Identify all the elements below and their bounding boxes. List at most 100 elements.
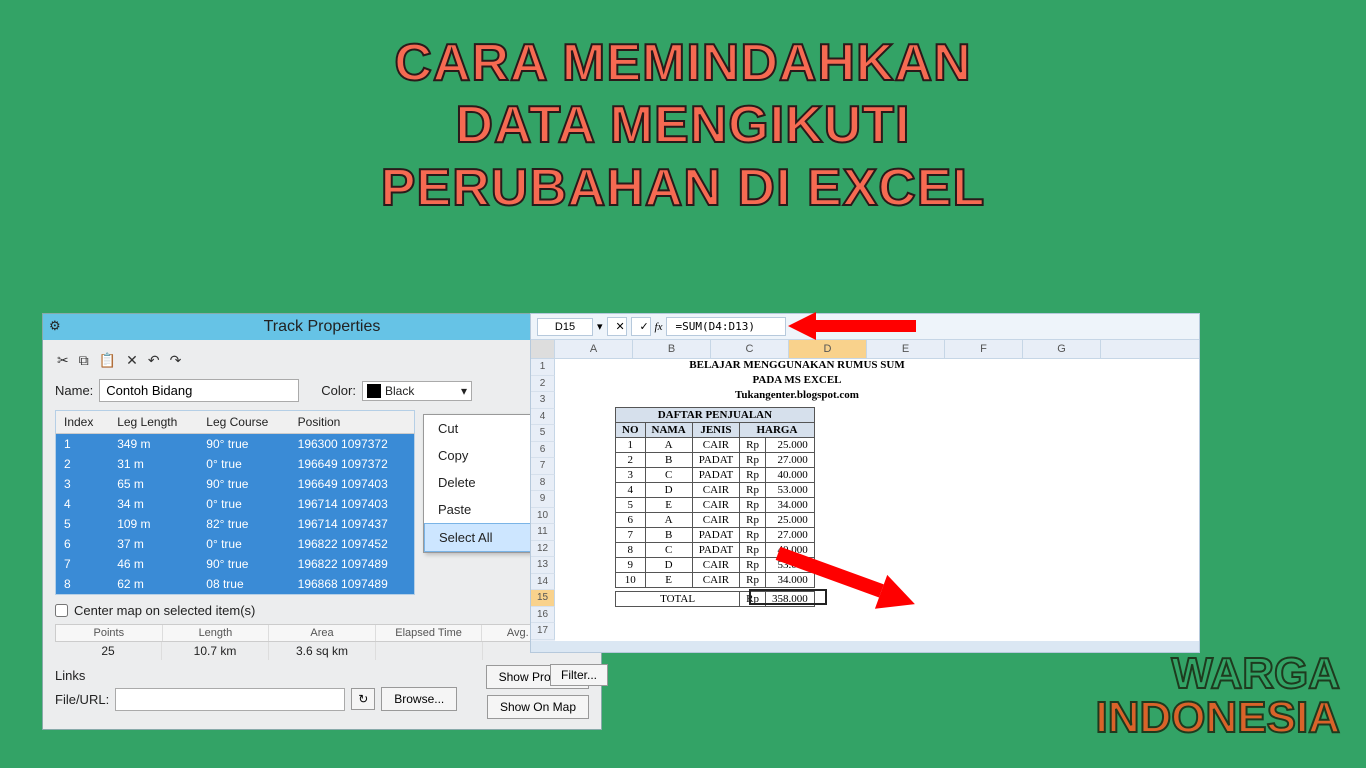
excel-window: D15 ▾ ✕ ✓ fx =SUM(D4:D13) A B C D E F G …	[530, 313, 1200, 653]
table-row[interactable]: 862 m08 true196868 1097489	[56, 574, 415, 595]
col-D[interactable]: D	[789, 340, 867, 358]
col-A[interactable]: A	[555, 340, 633, 358]
row-header[interactable]: 5	[531, 425, 555, 442]
stat-elapsed-v	[376, 642, 483, 660]
row-headers: 1234567891011121314151617	[531, 359, 555, 641]
row-header[interactable]: 17	[531, 623, 555, 640]
centermap-checkbox[interactable]	[55, 604, 68, 617]
fileurl-input[interactable]	[115, 688, 345, 711]
watermark: WARGA INDONESIA	[1096, 652, 1340, 740]
row-header[interactable]: 1	[531, 359, 555, 376]
window-title: Track Properties	[264, 318, 381, 335]
table-row: 4DCAIRRp53.000	[616, 483, 815, 498]
stat-elapsed-h: Elapsed Time	[376, 625, 483, 641]
th-harga: HARGA	[740, 423, 815, 438]
go-button[interactable]: ↻	[351, 688, 375, 710]
row-header[interactable]: 12	[531, 541, 555, 558]
col-G[interactable]: G	[1023, 340, 1101, 358]
row-header[interactable]: 8	[531, 475, 555, 492]
stats-headers: Points Length Area Elapsed Time Avg. Spe…	[55, 624, 589, 642]
table-row[interactable]: 365 m90° true196649 1097403	[56, 474, 415, 494]
accept-icon[interactable]: ✓	[631, 317, 651, 336]
col-B[interactable]: B	[633, 340, 711, 358]
show-on-map-button[interactable]: Show On Map	[487, 695, 589, 719]
fx-icon[interactable]: fx	[655, 321, 663, 333]
sales-table: DAFTAR PENJUALAN NO NAMA JENIS HARGA 1AC…	[615, 407, 815, 607]
table-row[interactable]: 746 m90° true196822 1097489	[56, 554, 415, 574]
cut-icon[interactable]: ✂	[57, 352, 69, 369]
total-label: TOTAL	[616, 592, 740, 607]
table-row: 2BPADATRp27.000	[616, 453, 815, 468]
row-header[interactable]: 7	[531, 458, 555, 475]
formula-input[interactable]: =SUM(D4:D13)	[666, 317, 786, 336]
table-row[interactable]: 5109 m82° true196714 1097437	[56, 514, 415, 534]
sales-table-title: DAFTAR PENJUALAN	[616, 408, 815, 423]
col-index[interactable]: Index	[56, 411, 110, 434]
col-C[interactable]: C	[711, 340, 789, 358]
stat-length-v: 10.7 km	[162, 642, 269, 660]
row-header[interactable]: 15	[531, 590, 555, 607]
th-no: NO	[616, 423, 646, 438]
table-row[interactable]: 434 m0° true196714 1097403	[56, 494, 415, 514]
name-input[interactable]	[99, 379, 299, 402]
row-header[interactable]: 6	[531, 442, 555, 459]
watermark-l2: INDONESIA	[1096, 696, 1340, 740]
headline: CARA MEMINDAHKAN DATA MENGIKUTI PERUBAHA…	[0, 0, 1366, 219]
row-header[interactable]: 3	[531, 392, 555, 409]
table-row: 10ECAIRRp34.000	[616, 573, 815, 588]
selected-cell-outline	[749, 589, 827, 605]
sheet-title-1: BELAJAR MENGGUNAKAN RUMUS SUM	[555, 359, 1039, 371]
table-row: 3CPADATRp40.000	[616, 468, 815, 483]
spreadsheet-grid[interactable]: BELAJAR MENGGUNAKAN RUMUS SUM PADA MS EX…	[555, 359, 1199, 641]
row-header[interactable]: 4	[531, 409, 555, 426]
table-row: 5ECAIRRp34.000	[616, 498, 815, 513]
stats-values: 25 10.7 km 3.6 sq km	[55, 642, 589, 660]
delete-icon[interactable]: ✕	[126, 352, 138, 369]
undo-icon[interactable]: ↶	[148, 352, 160, 369]
row-header[interactable]: 11	[531, 524, 555, 541]
filter-button[interactable]: Filter...	[550, 664, 608, 686]
name-label: Name:	[55, 383, 93, 398]
table-row: 7BPADATRp27.000	[616, 528, 815, 543]
cancel-icon[interactable]: ✕	[607, 317, 627, 336]
row-header[interactable]: 16	[531, 607, 555, 624]
redo-icon[interactable]: ↷	[170, 352, 182, 369]
table-row[interactable]: 637 m0° true196822 1097452	[56, 534, 415, 554]
table-row[interactable]: 1349 m90° true196300 1097372	[56, 434, 415, 455]
watermark-l1: WARGA	[1096, 652, 1340, 696]
color-select[interactable]: Black ▾	[362, 381, 472, 401]
chevron-down-icon[interactable]: ▾	[597, 320, 603, 333]
browse-button[interactable]: Browse...	[381, 687, 457, 711]
column-headers: A B C D E F G	[531, 340, 1199, 359]
headline-l3: PERUBAHAN DI EXCEL	[0, 157, 1366, 219]
track-table[interactable]: Index Leg Length Leg Course Position 134…	[55, 410, 415, 595]
row-header[interactable]: 13	[531, 557, 555, 574]
window-titlebar[interactable]: ⚙ Track Properties	[43, 314, 601, 340]
table-row: 6ACAIRRp25.000	[616, 513, 815, 528]
col-legcourse[interactable]: Leg Course	[198, 411, 289, 434]
copy-icon[interactable]: ⧉	[79, 352, 89, 369]
stat-points-v: 25	[55, 642, 162, 660]
centermap-label: Center map on selected item(s)	[74, 603, 255, 618]
th-nama: NAMA	[645, 423, 692, 438]
headline-l1: CARA MEMINDAHKAN	[0, 32, 1366, 94]
col-leglength[interactable]: Leg Length	[109, 411, 198, 434]
col-position[interactable]: Position	[290, 411, 415, 434]
headline-l2: DATA MENGIKUTI	[0, 94, 1366, 156]
col-F[interactable]: F	[945, 340, 1023, 358]
col-E[interactable]: E	[867, 340, 945, 358]
table-row[interactable]: 231 m0° true196649 1097372	[56, 454, 415, 474]
stat-length-h: Length	[163, 625, 270, 641]
paste-icon[interactable]: 📋	[99, 352, 116, 369]
row-header[interactable]: 14	[531, 574, 555, 591]
row-header[interactable]: 2	[531, 376, 555, 393]
color-label: Color:	[321, 383, 356, 398]
sheet-title-3: Tukangenter.blogspot.com	[555, 389, 1039, 401]
select-all-corner[interactable]	[531, 340, 555, 358]
row-header[interactable]: 9	[531, 491, 555, 508]
name-box[interactable]: D15	[537, 318, 593, 336]
toolbar: ✂ ⧉ 📋 ✕ ↶ ↷	[55, 348, 589, 379]
stat-area-h: Area	[269, 625, 376, 641]
row-header[interactable]: 10	[531, 508, 555, 525]
stat-area-v: 3.6 sq km	[269, 642, 376, 660]
